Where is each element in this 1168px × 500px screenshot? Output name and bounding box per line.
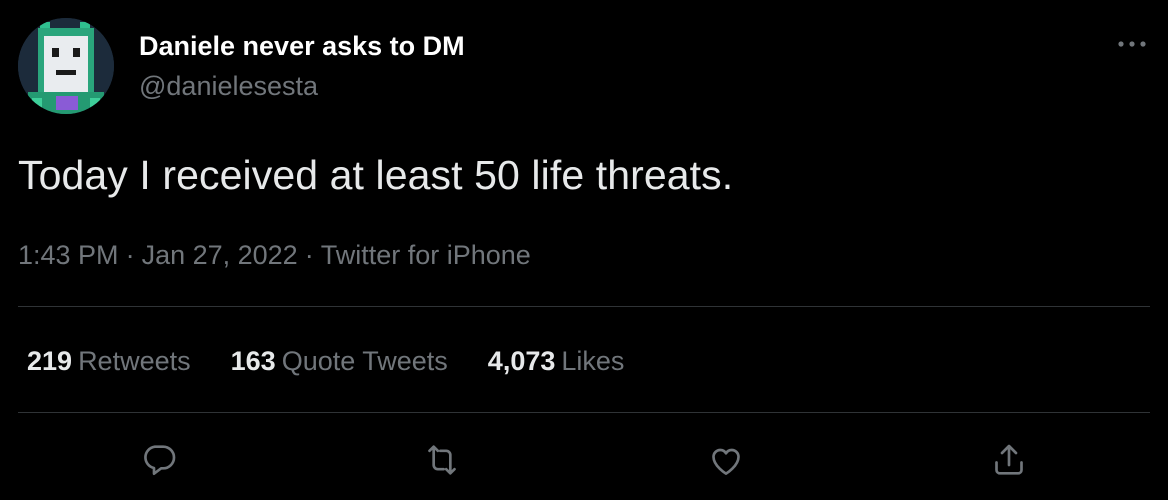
tweet-time[interactable]: 1:43 PM [18,240,119,270]
more-horizontal-icon [1118,41,1146,47]
tweet-stats: 219 Retweets 163 Quote Tweets 4,073 Likes [27,344,664,378]
tweet-meta: 1:43 PM · Jan 27, 2022 · Twitter for iPhone [18,238,531,272]
divider [18,412,1150,413]
tweet-source[interactable]: Twitter for iPhone [321,240,531,270]
divider [18,306,1150,307]
likes-label: Likes [561,346,625,376]
tweet-actions [0,436,1168,486]
like-icon [712,448,740,475]
more-button[interactable] [1114,32,1150,56]
quote-tweets-count: 163 [230,346,276,376]
avatar[interactable] [18,18,114,114]
avatar-image [18,18,114,114]
share-icon [995,444,1023,475]
tweet: Daniele never asks to DM @danielesesta T… [0,0,1168,500]
retweets-label: Retweets [78,346,191,376]
tweet-header: Daniele never asks to DM @danielesesta [18,18,1150,116]
reply-button[interactable] [135,436,183,484]
tweet-text: Today I received at least 50 life threat… [18,152,734,198]
author-display-name[interactable]: Daniele never asks to DM [139,30,465,62]
retweet-icon [428,445,456,475]
meta-separator: · [125,240,135,270]
retweets-stat[interactable]: 219 Retweets [27,344,191,378]
likes-count: 4,073 [487,346,556,376]
author-names: Daniele never asks to DM @danielesesta [139,30,465,102]
meta-separator: · [304,240,314,270]
reply-icon [144,445,176,475]
quote-tweets-stat[interactable]: 163 Quote Tweets [231,344,448,378]
likes-stat[interactable]: 4,073 Likes [488,344,625,378]
quote-tweets-label: Quote Tweets [281,346,448,376]
author-handle[interactable]: @danielesesta [139,70,465,102]
like-button[interactable] [702,436,750,484]
tweet-date[interactable]: Jan 27, 2022 [142,240,298,270]
retweet-button[interactable] [418,436,466,484]
share-button[interactable] [985,436,1033,484]
retweets-count: 219 [27,346,73,376]
